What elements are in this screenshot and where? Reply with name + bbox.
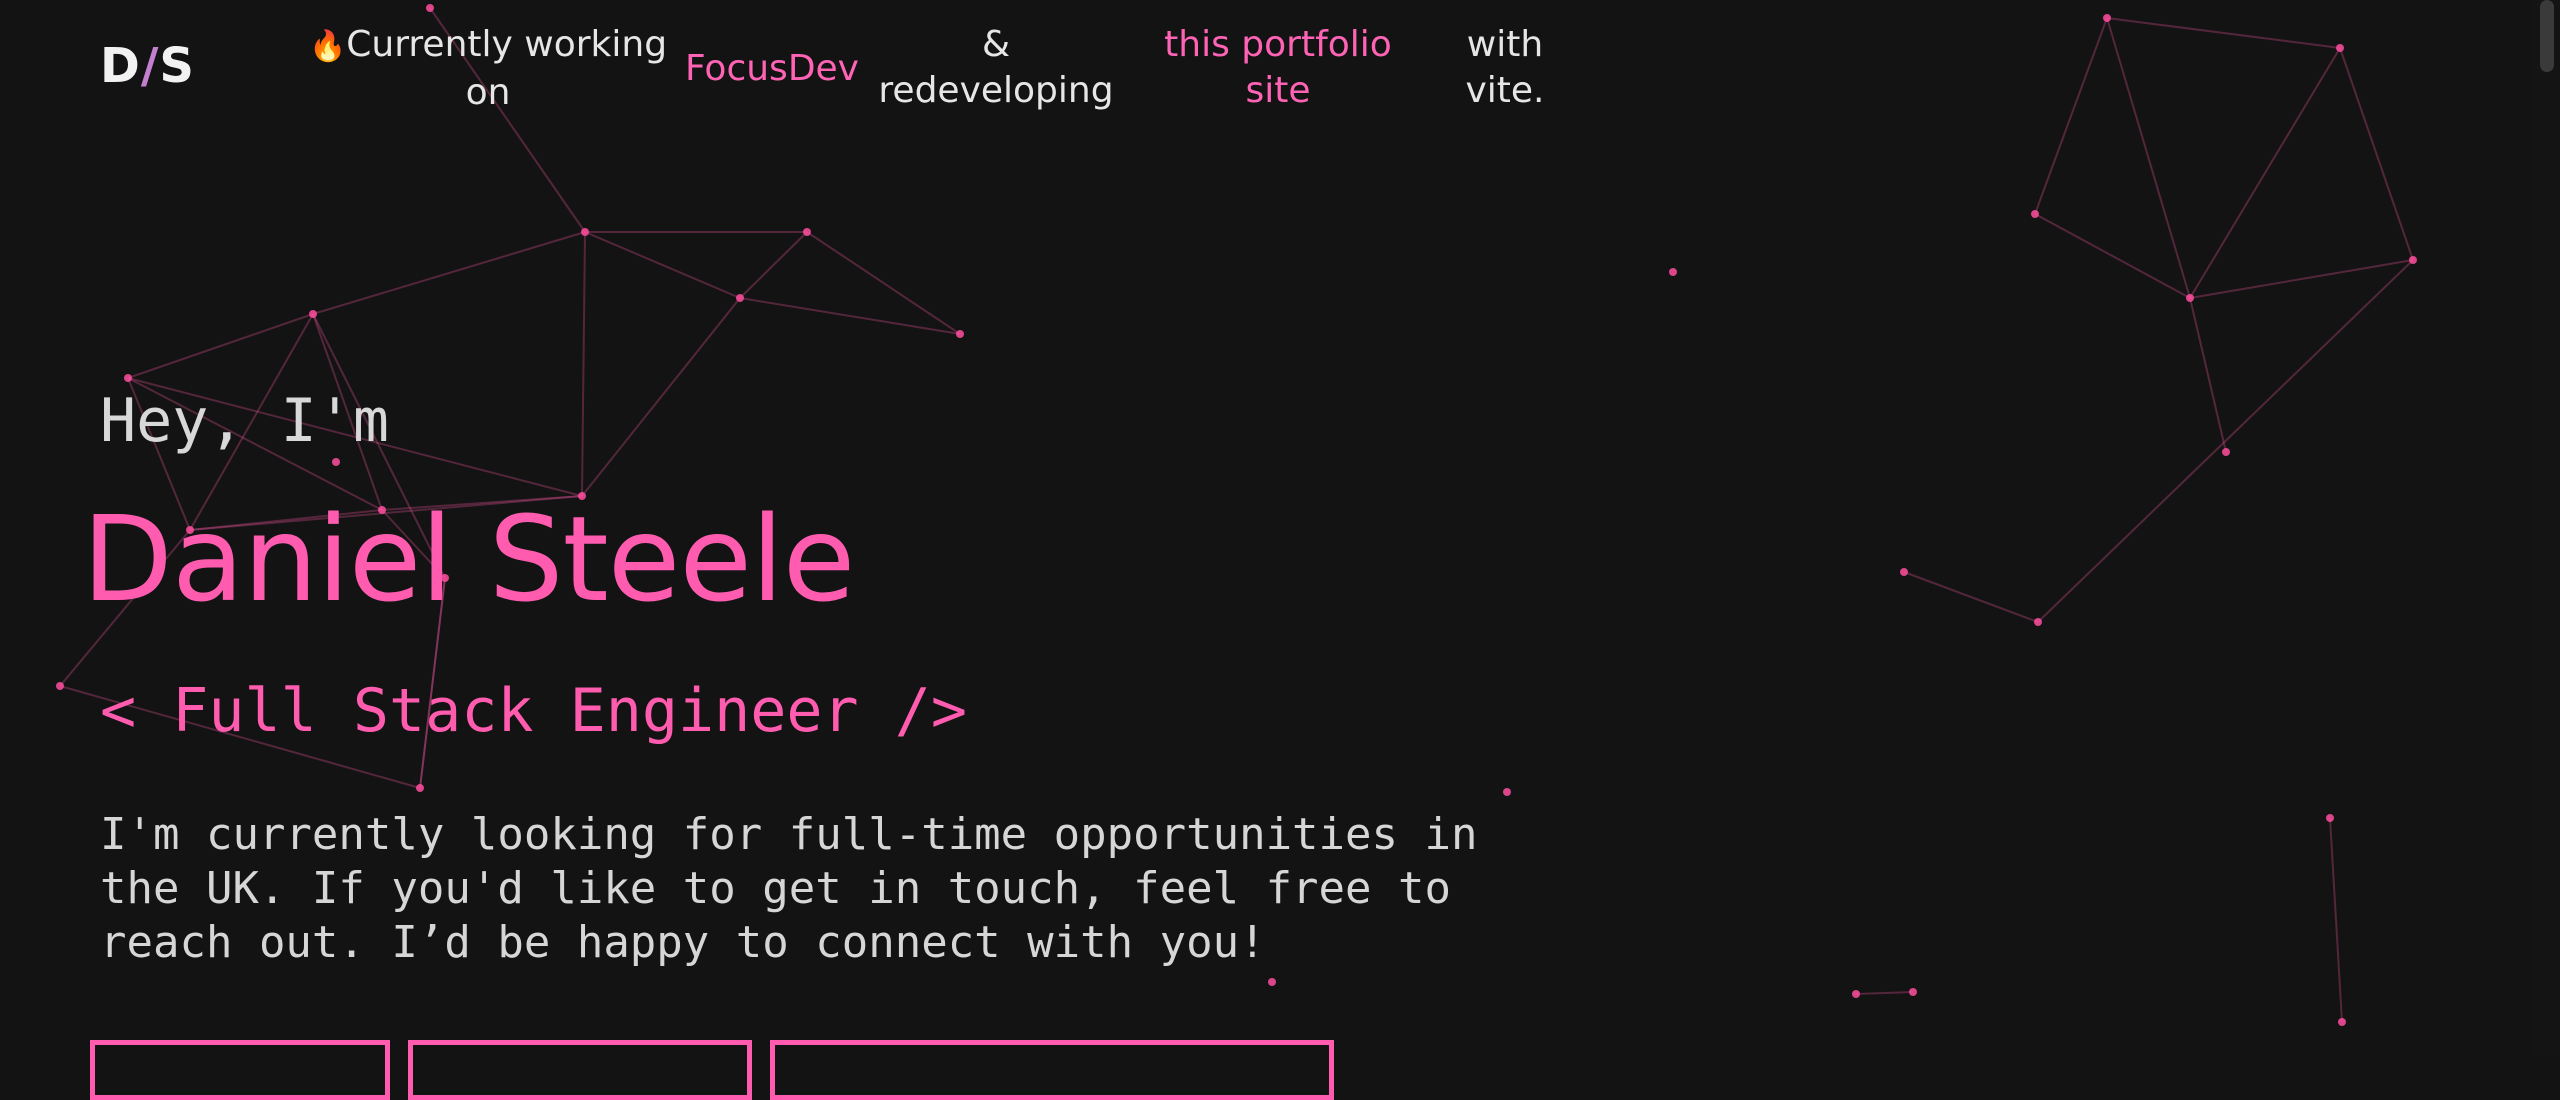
constellation-node	[956, 330, 964, 338]
constellation-line	[2329, 817, 2343, 1023]
portfolio-site-link[interactable]: this portfolio site	[1150, 22, 1406, 114]
page-scrollbar[interactable]	[2534, 0, 2560, 1056]
constellation-line	[2189, 47, 2341, 299]
constellation-node	[1852, 990, 1860, 998]
constellation-line	[2106, 17, 2341, 49]
hero-greeting: Hey, I'm	[100, 386, 389, 456]
constellation-node	[124, 374, 132, 382]
constellation-node	[581, 228, 589, 236]
constellation-node	[1900, 568, 1908, 576]
hero-role: < Full Stack Engineer />	[100, 676, 967, 746]
constellation-line	[2189, 297, 2227, 453]
status-text-redeveloping: & redeveloping	[878, 24, 1114, 111]
status-text-working-on: 🔥Currently working on	[306, 22, 670, 116]
top-navigation-bar: D/S 🔥Currently working on FocusDev & red…	[0, 0, 1560, 140]
hero-action-button-3[interactable]	[770, 1040, 1334, 1100]
constellation-node	[56, 682, 64, 690]
hero-name: Daniel Steele	[82, 490, 855, 628]
logo-letter-d: D	[100, 38, 141, 94]
constellation-node	[332, 458, 340, 466]
constellation-line	[584, 231, 741, 299]
constellation-node	[2186, 294, 2194, 302]
constellation-node	[2222, 448, 2230, 456]
constellation-line	[2106, 17, 2191, 299]
focusdev-link[interactable]: FocusDev	[684, 46, 860, 92]
constellation-line	[581, 231, 586, 497]
constellation-node	[1909, 988, 1917, 996]
constellation-node	[2034, 618, 2042, 626]
constellation-node	[2409, 256, 2417, 264]
constellation-node	[2336, 44, 2344, 52]
constellation-line	[739, 297, 961, 335]
hero-action-button-1[interactable]	[90, 1040, 390, 1100]
scrollbar-thumb[interactable]	[2540, 0, 2554, 72]
constellation-line	[581, 297, 741, 497]
constellation-node	[309, 310, 317, 318]
constellation-line	[2034, 17, 2108, 215]
constellation-node	[2031, 210, 2039, 218]
constellation-line	[2339, 47, 2414, 261]
constellation-node	[1669, 268, 1677, 276]
constellation-line	[312, 231, 586, 315]
site-logo[interactable]: D/S	[100, 38, 195, 94]
constellation-line	[1855, 991, 1914, 995]
constellation-line	[806, 231, 961, 335]
constellation-line	[2037, 259, 2414, 623]
logo-slash: /	[140, 38, 160, 94]
constellation-node	[736, 294, 744, 302]
hero-action-button-2[interactable]	[408, 1040, 752, 1100]
fire-icon: 🔥	[308, 29, 347, 64]
status-working-on-label: Currently working on	[346, 24, 668, 113]
hero-intro-text: I'm currently looking for full-time oppo…	[100, 809, 1478, 968]
logo-letter-s: S	[159, 38, 195, 94]
constellation-line	[2034, 213, 2191, 299]
constellation-node	[416, 784, 424, 792]
constellation-node	[2338, 1018, 2346, 1026]
status-text-with-vite: with vite.	[1465, 24, 1545, 111]
constellation-node	[1268, 978, 1276, 986]
constellation-line	[1903, 571, 2039, 623]
constellation-node	[2326, 814, 2334, 822]
constellation-line	[739, 231, 808, 299]
constellation-line	[127, 313, 314, 379]
constellation-node	[2103, 14, 2111, 22]
constellation-node	[803, 228, 811, 236]
constellation-node	[1503, 788, 1511, 796]
